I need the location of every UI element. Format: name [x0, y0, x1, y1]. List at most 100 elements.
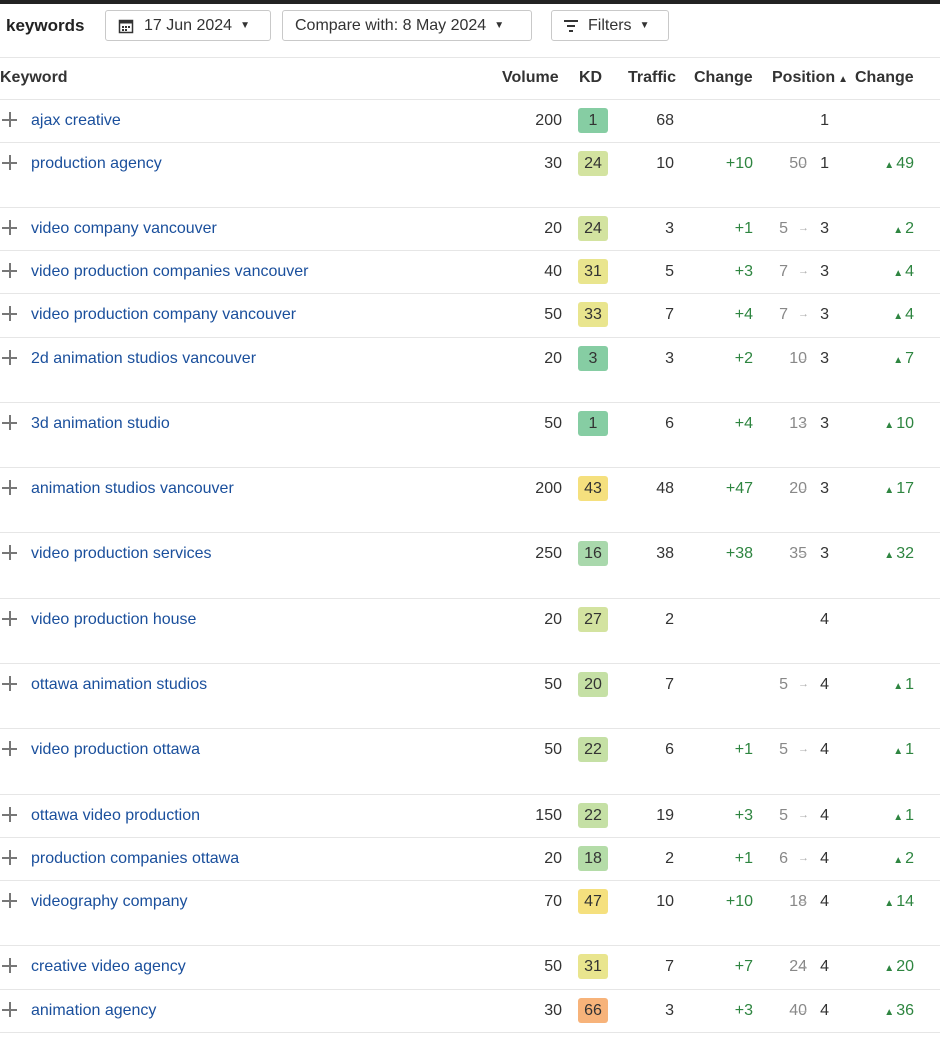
- toolbar: keywords 17 Jun 2024 ▼ Compare with: 8 M…: [0, 4, 940, 56]
- plus-icon[interactable]: [2, 305, 18, 321]
- table-row: video production house 20 27 2 4: [0, 599, 940, 664]
- keyword-link[interactable]: 2d animation studios vancouver: [31, 350, 256, 368]
- volume-value: 20: [544, 220, 562, 237]
- keyword-link[interactable]: creative video agency: [31, 958, 186, 976]
- position-change-number: 4: [905, 306, 914, 323]
- plus-icon[interactable]: [2, 957, 18, 973]
- traffic-change-value: +38: [725, 545, 753, 562]
- plus-icon[interactable]: [2, 262, 18, 278]
- plus-icon[interactable]: [2, 675, 18, 691]
- keyword-link[interactable]: video production services: [31, 545, 212, 563]
- plus-icon[interactable]: [2, 414, 18, 430]
- table-row: production agency 30 24 10 +10 50 → 1 ▲ 49: [0, 143, 940, 208]
- keyword-link[interactable]: 3d animation studio: [31, 415, 170, 433]
- column-header-volume[interactable]: Volume: [502, 69, 559, 87]
- plus-icon[interactable]: [2, 610, 18, 626]
- position-label: Position: [772, 69, 836, 86]
- position-change-number: 17: [896, 480, 914, 497]
- position-current: 4: [820, 850, 829, 867]
- plus-icon[interactable]: [2, 154, 18, 170]
- keyword-link[interactable]: ajax creative: [31, 112, 121, 130]
- traffic-change-value: +7: [734, 958, 753, 975]
- plus-icon[interactable]: [2, 892, 18, 908]
- table-row: video production companies vancouver 40 31…: [0, 251, 940, 294]
- page-title: keywords: [6, 16, 85, 35]
- table-row: animation agency 30 66 3 +3 40 → 4 ▲ 36: [0, 990, 940, 1033]
- filters-button[interactable]: Filters ▼: [551, 10, 669, 41]
- position-change-number: 4: [905, 263, 914, 280]
- traffic-value: 19: [656, 807, 674, 824]
- table-row: video production services 250 16 38 +38 35 → 3 ▲…: [0, 533, 940, 599]
- date-picker-button[interactable]: 17 Jun 2024 ▼: [105, 10, 271, 41]
- plus-icon[interactable]: [2, 1001, 18, 1017]
- position-current: 4: [820, 958, 829, 975]
- triangle-up-icon: ▲: [893, 311, 904, 322]
- plus-icon[interactable]: [2, 806, 18, 822]
- column-header-keyword[interactable]: Keyword: [0, 69, 68, 87]
- keyword-link[interactable]: ottawa video production: [31, 807, 200, 825]
- position-change-value: ▲ 4: [893, 263, 914, 281]
- plus-icon[interactable]: [2, 849, 18, 865]
- plus-icon[interactable]: [2, 219, 18, 235]
- column-header-position-change[interactable]: Change: [855, 69, 914, 87]
- keyword-link[interactable]: video production companies vancouver: [31, 263, 309, 281]
- plus-icon[interactable]: [2, 349, 18, 365]
- position-change-number: 1: [905, 807, 914, 824]
- position-current: 4: [820, 807, 829, 824]
- arrow-right-icon: →: [798, 852, 809, 864]
- compare-dropdown-button[interactable]: Compare with: 8 May 2024 ▼: [282, 10, 532, 41]
- column-header-kd[interactable]: KD: [579, 69, 602, 87]
- keyword-link[interactable]: video company vancouver: [31, 220, 217, 238]
- position-current: 3: [820, 350, 829, 367]
- position-change-value: ▲ 10: [884, 415, 914, 433]
- keyword-link[interactable]: production agency: [31, 155, 162, 173]
- traffic-value: 2: [665, 611, 674, 628]
- column-header-position[interactable]: Position ▲: [772, 69, 848, 87]
- position-change-value: ▲ 1: [893, 676, 914, 694]
- filter-icon: [564, 19, 578, 32]
- position-change-value: ▲ 17: [884, 480, 914, 498]
- traffic-change-value: +1: [734, 220, 753, 237]
- keyword-link[interactable]: animation agency: [31, 1002, 156, 1020]
- triangle-up-icon: ▲: [893, 855, 904, 866]
- table-row: ottawa video production 150 22 19 +3 5 → 4 ▲ 1: [0, 795, 940, 838]
- plus-icon[interactable]: [2, 111, 18, 127]
- kd-badge: 47: [578, 889, 608, 914]
- position-change-number: 1: [905, 741, 914, 758]
- column-header-traffic[interactable]: Traffic: [628, 69, 676, 87]
- kd-badge: 24: [578, 216, 608, 241]
- volume-value: 50: [544, 676, 562, 693]
- traffic-change-value: +2: [734, 350, 753, 367]
- table-row: video production ottawa 50 22 6 +1 5 → 4 ▲ 1: [0, 729, 940, 795]
- triangle-up-icon: ▲: [884, 160, 895, 171]
- plus-icon[interactable]: [2, 740, 18, 756]
- table-row: production companies ottawa 20 18 2 +1 6 → 4 ▲ 2: [0, 838, 940, 881]
- keyword-link[interactable]: video production company vancouver: [31, 306, 296, 324]
- traffic-change-value: +4: [734, 415, 753, 432]
- keyword-link[interactable]: ottawa animation studios: [31, 676, 207, 694]
- kd-badge: 31: [578, 259, 608, 284]
- plus-icon[interactable]: [2, 479, 18, 495]
- date-label: 17 Jun 2024: [144, 16, 233, 34]
- volume-value: 200: [535, 112, 562, 129]
- plus-icon[interactable]: [2, 544, 18, 560]
- triangle-up-icon: ▲: [893, 812, 904, 823]
- kd-badge: 33: [578, 302, 608, 327]
- keyword-link[interactable]: animation studios vancouver: [31, 480, 234, 498]
- traffic-change-value: +3: [734, 263, 753, 280]
- column-header-traffic-change[interactable]: Change: [694, 69, 753, 87]
- triangle-up-icon: ▲: [884, 485, 895, 496]
- arrow-right-icon: →: [798, 678, 809, 690]
- position-change-value: ▲ 7: [893, 350, 914, 368]
- arrow-right-icon: →: [798, 417, 809, 429]
- volume-value: 30: [544, 1002, 562, 1019]
- table-row: video company vancouver 20 24 3 +1 5 → 3 ▲ 2: [0, 208, 940, 251]
- keyword-link[interactable]: video production ottawa: [31, 741, 200, 759]
- keyword-link[interactable]: production companies ottawa: [31, 850, 239, 868]
- arrow-right-icon: →: [798, 482, 809, 494]
- keyword-link[interactable]: video production house: [31, 611, 196, 629]
- position-change-number: 14: [896, 893, 914, 910]
- position-current: 4: [820, 741, 829, 758]
- position-current: 1: [820, 112, 829, 129]
- keyword-link[interactable]: videography company: [31, 893, 188, 911]
